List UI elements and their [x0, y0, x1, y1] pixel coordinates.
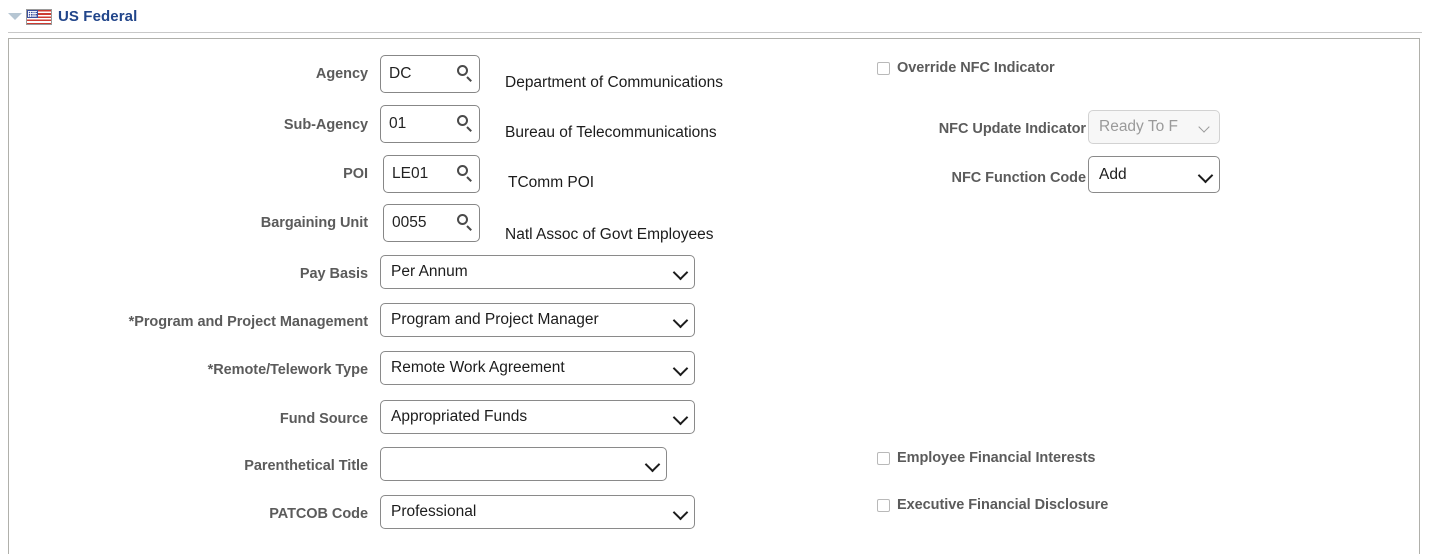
remote-telework-type-dropdown[interactable]: Remote Work Agreement — [380, 351, 695, 385]
chevron-down-icon — [670, 401, 694, 433]
flag-canton — [27, 10, 38, 18]
nfc-update-indicator-value: Ready To F — [1099, 118, 1178, 135]
pay-basis-value: Per Annum — [391, 263, 468, 280]
nfc-function-code-dropdown[interactable]: Add — [1088, 156, 1220, 193]
chevron-down-icon — [670, 352, 694, 384]
patcob-code-value: Professional — [391, 503, 477, 520]
header-divider — [8, 32, 1422, 33]
bargaining-unit-value: 0055 — [392, 214, 427, 231]
poi-description: TComm POI — [508, 174, 595, 191]
label-pay-basis: Pay Basis — [299, 266, 368, 282]
sub-agency-value: 01 — [389, 115, 407, 132]
program-and-project-management-dropdown[interactable]: Program and Project Manager — [380, 303, 695, 337]
triangle-down-icon[interactable] — [8, 13, 22, 20]
label-remote-telework-type: *Remote/Telework Type — [207, 362, 368, 378]
label-parenthetical-title: Parenthetical Title — [244, 458, 368, 474]
nfc-update-indicator-dropdown: Ready To F — [1088, 110, 1220, 144]
search-icon[interactable] — [453, 55, 479, 93]
employee-financial-interests-checkbox[interactable] — [877, 451, 890, 465]
fund-source-dropdown[interactable]: Appropriated Funds — [380, 400, 695, 434]
label-program-and-project-management: *Program and Project Management — [128, 314, 368, 330]
fund-source-value: Appropriated Funds — [391, 408, 528, 425]
employee-financial-interests-row[interactable]: Employee Financial Interests — [877, 450, 1096, 466]
nfc-function-code-value: Add — [1099, 165, 1127, 183]
remote-telework-type-value: Remote Work Agreement — [391, 359, 565, 376]
pay-basis-dropdown[interactable]: Per Annum — [380, 255, 695, 289]
section-title: US Federal — [58, 8, 138, 25]
override-nfc-indicator-label: Override NFC Indicator — [897, 60, 1055, 76]
patcob-code-dropdown[interactable]: Professional — [380, 495, 695, 529]
label-nfc-function-code: NFC Function Code — [951, 170, 1087, 186]
us-flag-icon — [26, 9, 52, 25]
label-poi: POI — [343, 166, 368, 182]
label-agency: Agency — [315, 66, 368, 82]
section-header: US Federal — [0, 0, 1438, 33]
label-nfc-update-indicator: NFC Update Indicator — [938, 121, 1086, 137]
poi-value: LE01 — [392, 165, 429, 182]
agency-lookup-field[interactable]: DC — [380, 55, 480, 93]
chevron-down-icon — [1195, 111, 1219, 143]
search-icon[interactable] — [453, 105, 479, 143]
chevron-down-icon — [1195, 157, 1219, 192]
label-patcob-code: PATCOB Code — [269, 506, 368, 522]
override-nfc-indicator-checkbox[interactable] — [877, 61, 890, 75]
executive-financial-disclosure-checkbox[interactable] — [877, 498, 890, 512]
sub-agency-lookup-field[interactable]: 01 — [380, 105, 480, 143]
employee-financial-interests-label: Employee Financial Interests — [897, 450, 1096, 466]
program-and-project-management-value: Program and Project Manager — [391, 311, 599, 328]
us-federal-page: US Federal Agency DC Department of Commu… — [0, 0, 1438, 554]
bargaining-unit-lookup-field[interactable]: 0055 — [383, 204, 480, 242]
chevron-down-icon — [642, 448, 666, 480]
chevron-down-icon — [670, 496, 694, 528]
bargaining-unit-description: Natl Assoc of Govt Employees — [505, 226, 714, 243]
executive-financial-disclosure-label: Executive Financial Disclosure — [897, 497, 1109, 513]
poi-lookup-field[interactable]: LE01 — [383, 155, 480, 193]
agency-value: DC — [389, 65, 412, 82]
chevron-down-icon — [670, 256, 694, 288]
label-fund-source: Fund Source — [279, 411, 368, 427]
parenthetical-title-dropdown[interactable] — [380, 447, 667, 481]
executive-financial-disclosure-row[interactable]: Executive Financial Disclosure — [877, 497, 1108, 513]
search-icon[interactable] — [453, 204, 479, 242]
search-icon[interactable] — [453, 155, 479, 193]
override-nfc-indicator-row[interactable]: Override NFC Indicator — [877, 60, 1055, 76]
label-sub-agency: Sub-Agency — [283, 117, 368, 133]
sub-agency-description: Bureau of Telecommunications — [505, 124, 717, 141]
agency-description: Department of Communications — [505, 74, 723, 91]
label-bargaining-unit: Bargaining Unit — [260, 215, 368, 231]
chevron-down-icon — [670, 304, 694, 336]
